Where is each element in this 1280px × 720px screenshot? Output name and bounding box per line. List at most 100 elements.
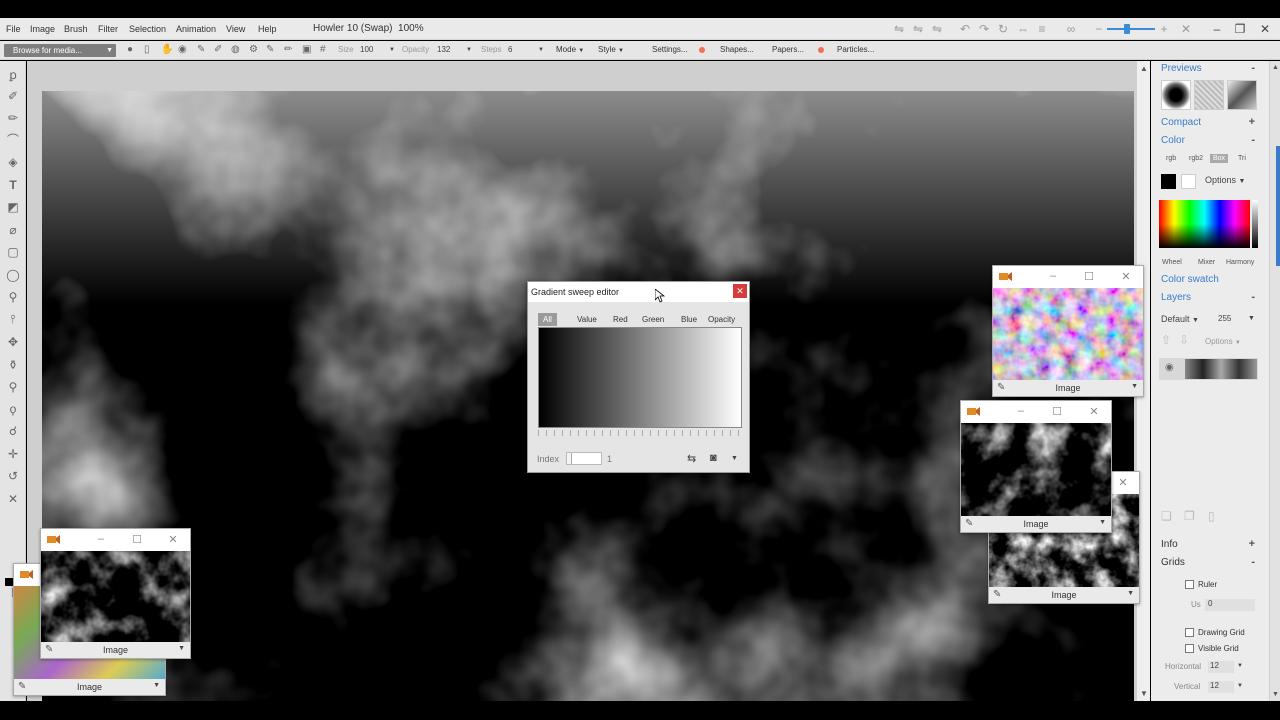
settings-button[interactable]: Settings... [652,45,688,54]
maximize-icon[interactable]: ☐ [1083,270,1095,283]
picker-tab-mixer[interactable]: Mixer [1198,259,1215,266]
menu-brush[interactable]: Brush [64,24,88,34]
square-icon[interactable]: ▣ [302,44,311,56]
bottle-icon[interactable]: ▯ [144,44,150,56]
delete-layer-icon[interactable]: ▯ [1208,509,1215,523]
rect-select-icon[interactable]: ▢ [5,244,21,260]
preview-image-thumb[interactable] [1227,80,1257,110]
color-tab-rgb[interactable]: rgb [1163,154,1179,163]
maximize-icon[interactable]: ☐ [1051,405,1063,418]
crosshair-icon[interactable]: ✛ [5,446,21,462]
tab-opacity[interactable]: Opacity [703,313,740,326]
stamp-icon[interactable]: ⚲ [5,379,21,395]
restore-icon[interactable]: ❐ [1233,22,1247,36]
scroll-down-icon[interactable]: ▼ [1272,691,1279,698]
fill-icon[interactable]: ◈ [5,154,21,170]
close-icon[interactable]: ✕ [1258,22,1272,36]
particles-button[interactable]: Particles... [837,45,874,54]
chevron-down-icon[interactable]: ▼ [731,455,738,462]
menu-filter[interactable]: Filter [98,24,118,34]
chevron-down-icon[interactable]: ▼ [1127,590,1134,597]
smudge-icon[interactable]: ☌ [5,423,21,439]
chevron-down-icon[interactable]: ▼ [1237,663,1243,669]
size-value[interactable]: 100 [360,45,373,54]
brightness-slider[interactable] [1252,200,1258,248]
tab-red[interactable]: Red [608,313,633,326]
image-window[interactable]: – ☐ ✕ ✎ Image ▼ [960,400,1112,533]
flip-icon[interactable]: ⇔ [1016,22,1030,36]
expand-icon[interactable]: + [1249,538,1255,550]
visibility-eye-icon[interactable]: ◉ [1165,362,1174,373]
pin-icon[interactable]: ⫯ [5,311,21,327]
zoom-in-icon[interactable]: + [1157,22,1171,36]
chevron-down-icon[interactable]: ▼ [538,47,544,53]
layer-down-icon[interactable]: ⇩ [1179,333,1189,347]
menu-selection[interactable]: Selection [129,24,166,34]
chevron-down-icon[interactable]: ▼ [1248,315,1255,322]
gear-icon[interactable]: ⚙ [249,44,258,56]
preview-paper-thumb[interactable] [1194,80,1224,110]
collapse-icon[interactable]: - [1251,556,1255,568]
ellipse-select-icon[interactable]: ◯ [5,267,21,283]
style-dropdown[interactable]: Style ▼ [598,45,624,54]
image-window-titlebar[interactable]: – ☐ ✕ [993,266,1143,288]
maximize-icon[interactable]: ☐ [131,533,143,546]
color-tab-box[interactable]: Box [1210,154,1229,163]
chevron-down-icon[interactable]: ▼ [178,645,185,652]
horizontal-field[interactable]: 12 [1208,661,1234,673]
undo-icon[interactable]: ↺ [5,468,21,484]
layer-thumbnail[interactable] [1185,359,1257,379]
lasso-icon[interactable]: ϙ [5,401,21,417]
grid-icon[interactable]: # [320,44,326,56]
image-window-titlebar[interactable]: – ☐ ✕ [961,401,1111,423]
new-layer-icon[interactable]: ❏ [1161,509,1172,523]
close-icon[interactable]: ✕ [1120,270,1132,283]
rotate-icon[interactable]: ↻ [996,22,1010,36]
steps-value[interactable]: 6 [508,45,512,54]
background-color-swatch[interactable] [1181,174,1196,189]
text-icon[interactable]: T [5,177,21,193]
menu-view[interactable]: View [226,24,245,34]
list-icon[interactable]: ≡ [1035,22,1049,36]
scroll-up-icon[interactable]: ▲ [1272,64,1279,71]
index-slider[interactable] [566,452,602,465]
layers-header[interactable]: Layers [1161,292,1191,303]
undo-icon[interactable]: ↶ [958,22,972,36]
redo-icon[interactable]: ↷ [977,22,991,36]
foreground-color-swatch[interactable] [1161,174,1176,189]
scroll-down-icon[interactable]: ▼ [1140,689,1148,698]
swap3-icon[interactable]: ⇋ [930,22,944,36]
collapse-icon[interactable]: - [1251,62,1255,74]
scroll-up-icon[interactable]: ▲ [1140,64,1148,73]
right-panel-scrollbar[interactable]: ▲ ▼ [1269,61,1280,701]
grids-header[interactable]: Grids [1161,557,1185,568]
close-icon[interactable]: ✕ [1088,405,1100,418]
mode-dropdown[interactable]: Mode ▼ [556,45,584,54]
preview-brush-thumb[interactable] [1161,80,1191,110]
scroll-thumb[interactable] [1276,146,1280,266]
collapse-icon[interactable]: - [1251,291,1255,303]
blend-mode-dropdown[interactable]: Default ▼ [1161,314,1199,324]
menu-image[interactable]: Image [30,24,55,34]
layer-opacity-field[interactable]: 255 [1218,314,1231,323]
drawing-grid-checkbox[interactable] [1185,628,1194,637]
picker-tab-harmony[interactable]: Harmony [1226,259,1254,266]
dot-brush-icon[interactable]: ● [127,44,133,56]
curve-icon[interactable]: ⌒ [5,132,21,148]
expand-icon[interactable]: + [1249,116,1255,128]
dialog-titlebar[interactable]: Gradient sweep editor ✕ [528,282,749,302]
brush-icon[interactable]: ꝑ [5,67,21,83]
picker-tab-wheel[interactable]: Wheel [1162,259,1182,266]
move-icon[interactable]: ✥ [5,334,21,350]
ruler-checkbox[interactable] [1185,580,1194,589]
dropper-icon[interactable]: ⚱ [5,357,21,373]
minimize-icon[interactable]: – [1047,270,1059,282]
link-icon[interactable]: ∞ [1064,22,1078,36]
zoom-slider-thumb[interactable] [1124,24,1130,34]
feather-icon[interactable]: ✐ [214,44,222,56]
magnifier-icon[interactable]: ⚲ [5,289,21,305]
color-swatch-header[interactable]: Color swatch [1161,274,1219,285]
color-tab-rgb2[interactable]: rgb2 [1186,154,1206,163]
menu-file[interactable]: File [6,24,21,34]
menu-animation[interactable]: Animation [176,24,216,34]
